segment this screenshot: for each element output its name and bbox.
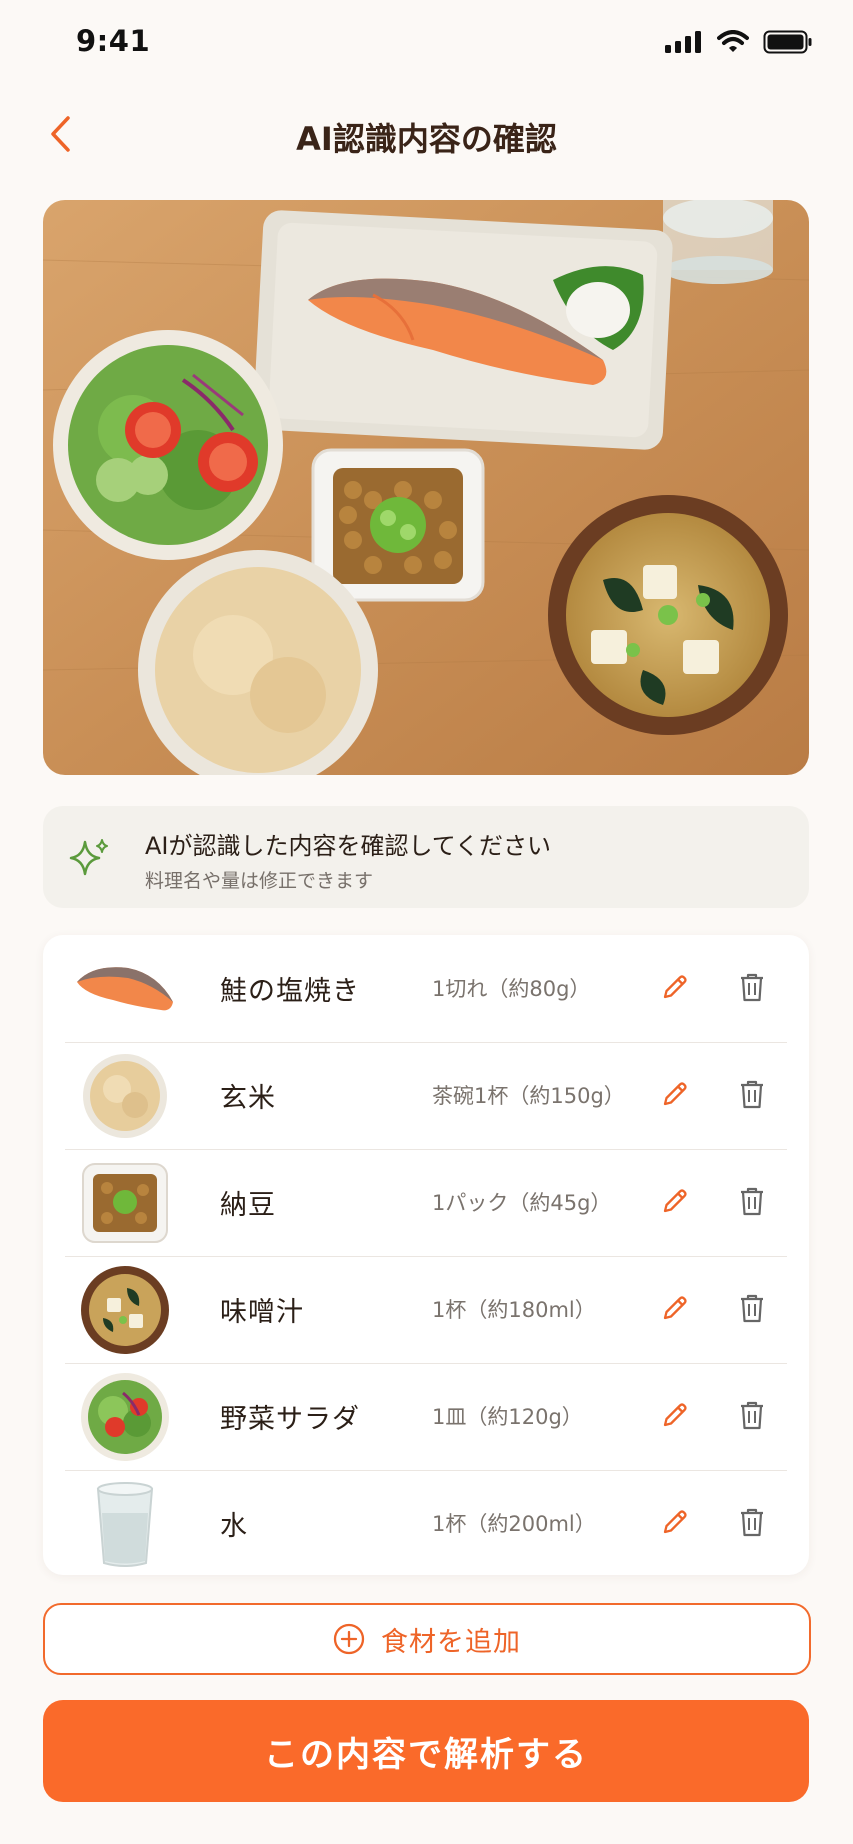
miso-soup-thumbnail xyxy=(73,1264,177,1356)
plus-circle-icon xyxy=(333,1623,365,1655)
salmon-thumbnail xyxy=(73,943,177,1035)
food-amount: 茶碗1杯（約150g） xyxy=(432,1084,625,1108)
page-title: AI認識内容の確認 xyxy=(296,120,557,158)
food-amount: 1杯（約180ml） xyxy=(432,1298,596,1322)
list-item: 鮭の塩焼き 1切れ（約80g） xyxy=(65,935,787,1043)
list-item: 野菜サラダ 1皿（約120g） xyxy=(65,1363,787,1471)
pencil-icon xyxy=(663,1189,687,1213)
delete-button[interactable] xyxy=(732,1181,772,1221)
edit-button[interactable] xyxy=(655,1288,695,1328)
natto-thumbnail xyxy=(73,1157,177,1249)
status-bar: 9:41 xyxy=(0,0,853,88)
trash-icon xyxy=(741,973,763,1002)
trash-icon xyxy=(741,1508,763,1537)
battery-icon xyxy=(763,30,812,54)
pencil-icon xyxy=(663,1403,687,1427)
cellular-signal-icon xyxy=(665,31,701,53)
add-ingredient-label: 食材を追加 xyxy=(381,1626,521,1658)
delete-button[interactable] xyxy=(732,967,772,1007)
add-ingredient-button[interactable]: 食材を追加 xyxy=(43,1603,811,1675)
ai-notice: AIが認識した内容を確認してください 料理名や量は修正できます xyxy=(43,806,809,908)
delete-button[interactable] xyxy=(732,1288,772,1328)
delete-button[interactable] xyxy=(732,1395,772,1435)
pencil-icon xyxy=(663,1510,687,1534)
food-name: 鮭の塩焼き xyxy=(220,976,360,1007)
edit-button[interactable] xyxy=(655,1074,695,1114)
delete-button[interactable] xyxy=(732,1502,772,1542)
pencil-icon xyxy=(663,1296,687,1320)
trash-icon xyxy=(741,1294,763,1323)
notice-title: AIが認識した内容を確認してください xyxy=(145,832,552,860)
pencil-icon xyxy=(663,975,687,999)
status-icons xyxy=(665,30,813,54)
notice-subtitle: 料理名や量は修正できます xyxy=(145,870,374,892)
food-amount: 1パック（約45g） xyxy=(432,1191,612,1215)
header: AI認識内容の確認 xyxy=(0,100,853,170)
brown-rice-thumbnail xyxy=(73,1050,177,1142)
pencil-icon xyxy=(663,1082,687,1106)
trash-icon xyxy=(741,1187,763,1216)
food-amount: 1杯（約200ml） xyxy=(432,1512,596,1536)
edit-button[interactable] xyxy=(655,1395,695,1435)
list-item: 水 1杯（約200ml） xyxy=(65,1470,787,1577)
food-name: 玄米 xyxy=(220,1083,276,1114)
food-name: 味噌汁 xyxy=(220,1297,304,1328)
list-item: 納豆 1パック（約45g） xyxy=(65,1149,787,1257)
water-glass-thumbnail xyxy=(73,1478,177,1570)
trash-icon xyxy=(741,1401,763,1430)
food-amount: 1皿（約120g） xyxy=(432,1405,583,1429)
trash-icon xyxy=(741,1080,763,1109)
food-name: 納豆 xyxy=(220,1190,276,1221)
list-item: 玄米 茶碗1杯（約150g） xyxy=(65,1042,787,1150)
food-name: 水 xyxy=(220,1511,248,1542)
salad-thumbnail xyxy=(73,1371,177,1463)
food-amount: 1切れ（約80g） xyxy=(432,977,591,1001)
sparkle-icon xyxy=(69,839,108,876)
food-name: 野菜サラダ xyxy=(220,1404,360,1435)
analyze-label: この内容で解析する xyxy=(264,1734,588,1775)
analyze-button[interactable]: この内容で解析する xyxy=(43,1700,809,1802)
edit-button[interactable] xyxy=(655,967,695,1007)
status-time: 9:41 xyxy=(76,24,151,58)
food-list: 鮭の塩焼き 1切れ（約80g） 玄米 茶碗1杯（約150g） 納豆 1パック（約… xyxy=(43,935,809,1575)
wifi-icon xyxy=(717,30,749,52)
edit-button[interactable] xyxy=(655,1181,695,1221)
edit-button[interactable] xyxy=(655,1502,695,1542)
list-item: 味噌汁 1杯（約180ml） xyxy=(65,1256,787,1364)
meal-photo xyxy=(43,200,809,775)
delete-button[interactable] xyxy=(732,1074,772,1114)
